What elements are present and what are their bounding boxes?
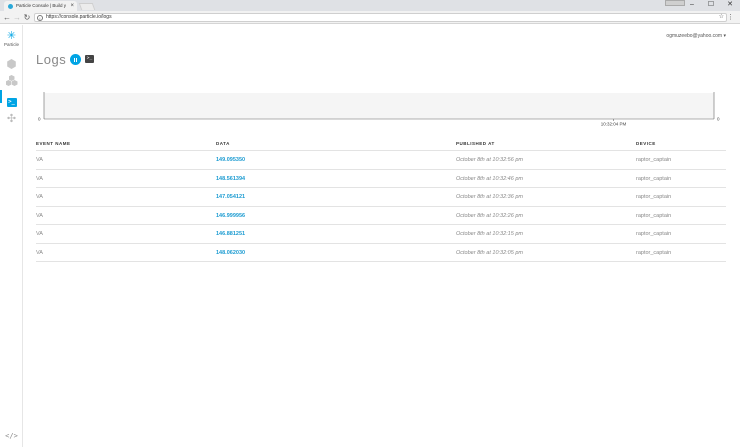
sidebar-item-devices[interactable] bbox=[0, 56, 23, 74]
bookmark-star-icon[interactable]: ☆ bbox=[719, 14, 724, 21]
column-header-event-name[interactable]: EVENT NAME bbox=[36, 140, 71, 148]
browser-menu-icon[interactable]: ⋮ bbox=[727, 11, 734, 24]
forward-arrow-icon[interactable]: → bbox=[12, 11, 22, 24]
browser-toolbar: ← → ↻ i https://console.particle.io/logs… bbox=[0, 11, 740, 24]
event-name-cell: VA bbox=[36, 175, 43, 182]
published-at-cell: October 8th at 10:32:26 pm bbox=[456, 212, 523, 219]
logs-table: EVENT NAME DATA PUBLISHED AT DEVICE VA 1… bbox=[36, 140, 726, 262]
table-row[interactable]: VA 146.881251 October 8th at 10:32:15 pm… bbox=[36, 225, 726, 244]
chevron-down-icon: ▾ bbox=[723, 33, 726, 39]
published-at-cell: October 8th at 10:32:46 pm bbox=[456, 175, 523, 182]
column-header-data[interactable]: DATA bbox=[216, 140, 230, 148]
pause-stream-button[interactable] bbox=[70, 54, 81, 65]
data-value-link[interactable]: 149.095350 bbox=[216, 151, 245, 169]
window-minimize-button[interactable]: – bbox=[684, 0, 700, 11]
products-cluster-icon bbox=[5, 75, 18, 86]
address-bar-url: https://console.particle.io/logs bbox=[46, 14, 112, 20]
table-row[interactable]: VA 148.062030 October 8th at 10:32:05 pm… bbox=[36, 244, 726, 262]
event-name-cell: VA bbox=[36, 249, 43, 256]
data-value-link[interactable]: 147.054121 bbox=[216, 188, 245, 206]
terminal-icon: >_ bbox=[6, 98, 17, 107]
published-at-cell: October 8th at 10:32:05 pm bbox=[456, 249, 523, 256]
device-cell: raptor_captain bbox=[636, 175, 672, 182]
particle-logo-text: Particle bbox=[3, 42, 19, 47]
browser-profile-button[interactable] bbox=[665, 0, 685, 6]
events-chart: 0 0 10:32:04 PM bbox=[38, 92, 720, 127]
active-indicator bbox=[0, 90, 2, 103]
device-hexagon-icon bbox=[7, 59, 16, 69]
site-info-icon[interactable]: i bbox=[37, 14, 43, 21]
column-header-device[interactable]: DEVICE bbox=[636, 140, 656, 148]
cli-terminal-button[interactable]: >_ bbox=[85, 55, 94, 63]
back-arrow-icon[interactable]: ← bbox=[2, 11, 12, 24]
event-name-cell: VA bbox=[36, 194, 43, 200]
user-email: ogmuzeebo@yahoo.com bbox=[666, 33, 723, 39]
device-cell: raptor_captain bbox=[636, 212, 672, 219]
data-value-link[interactable]: 146.881251 bbox=[216, 225, 245, 243]
table-row[interactable]: VA 149.095350 October 8th at 10:32:56 pm… bbox=[36, 151, 726, 170]
tab-close-icon[interactable]: × bbox=[70, 1, 74, 11]
user-account-menu[interactable]: ogmuzeebo@yahoo.com ▾ bbox=[666, 33, 726, 39]
chart-y-left-tick: 0 bbox=[38, 117, 41, 122]
window-close-button[interactable]: ✕ bbox=[722, 0, 738, 11]
data-value-link[interactable]: 148.561394 bbox=[216, 170, 245, 188]
data-value-link[interactable]: 148.062030 bbox=[216, 244, 245, 262]
table-header: EVENT NAME DATA PUBLISHED AT DEVICE bbox=[36, 140, 726, 151]
particle-star-icon: ✳ bbox=[6, 30, 17, 42]
chart-y-right-tick: 0 bbox=[717, 117, 720, 122]
sidebar-item-integrations[interactable]: ✣ bbox=[0, 113, 23, 125]
reload-icon[interactable]: ↻ bbox=[22, 11, 32, 24]
data-value-link[interactable]: 146.999956 bbox=[216, 207, 245, 225]
browser-tab-title: Particle Console | Build y bbox=[16, 3, 66, 8]
integrations-network-icon: ✣ bbox=[6, 113, 17, 125]
code-icon: </> bbox=[5, 432, 18, 440]
page-title: Logs bbox=[36, 52, 67, 67]
chart-x-tick-label: 10:32:04 PM bbox=[601, 122, 627, 127]
sidebar-item-sdk[interactable]: </> bbox=[0, 432, 23, 440]
new-tab-button[interactable] bbox=[78, 3, 96, 10]
event-name-cell: VA bbox=[36, 231, 43, 237]
column-header-published-at[interactable]: PUBLISHED AT bbox=[456, 140, 495, 148]
table-row[interactable]: VA 146.999956 October 8th at 10:32:26 pm… bbox=[36, 207, 726, 225]
particle-favicon-icon bbox=[8, 4, 13, 9]
window-maximize-button[interactable]: ☐ bbox=[703, 0, 719, 11]
published-at-cell: October 8th at 10:32:36 pm bbox=[456, 194, 523, 200]
device-cell: raptor_captain bbox=[636, 231, 672, 237]
table-row[interactable]: VA 148.561394 October 8th at 10:32:46 pm… bbox=[36, 170, 726, 188]
sidebar-item-logs[interactable]: >_ bbox=[0, 90, 23, 107]
published-at-cell: October 8th at 10:32:56 pm bbox=[456, 157, 523, 163]
published-at-cell: October 8th at 10:32:15 pm bbox=[456, 231, 523, 237]
event-name-cell: VA bbox=[36, 157, 43, 163]
chart-plot-area bbox=[44, 93, 714, 119]
event-name-cell: VA bbox=[36, 212, 43, 219]
sidebar: ✳ Particle >_ ✣ </> bbox=[0, 25, 23, 447]
table-row[interactable]: VA 147.054121 October 8th at 10:32:36 pm… bbox=[36, 188, 726, 207]
browser-tab-bar: Particle Console | Build y × – ☐ ✕ bbox=[0, 0, 740, 11]
address-bar[interactable]: i https://console.particle.io/logs ☆ bbox=[34, 13, 727, 22]
browser-tab[interactable]: Particle Console | Build y × bbox=[4, 1, 77, 11]
device-cell: raptor_captain bbox=[636, 249, 672, 256]
sidebar-item-products[interactable] bbox=[0, 73, 23, 91]
device-cell: raptor_captain bbox=[636, 157, 672, 163]
device-cell: raptor_captain bbox=[636, 194, 672, 200]
particle-logo[interactable]: ✳ Particle bbox=[0, 31, 23, 48]
